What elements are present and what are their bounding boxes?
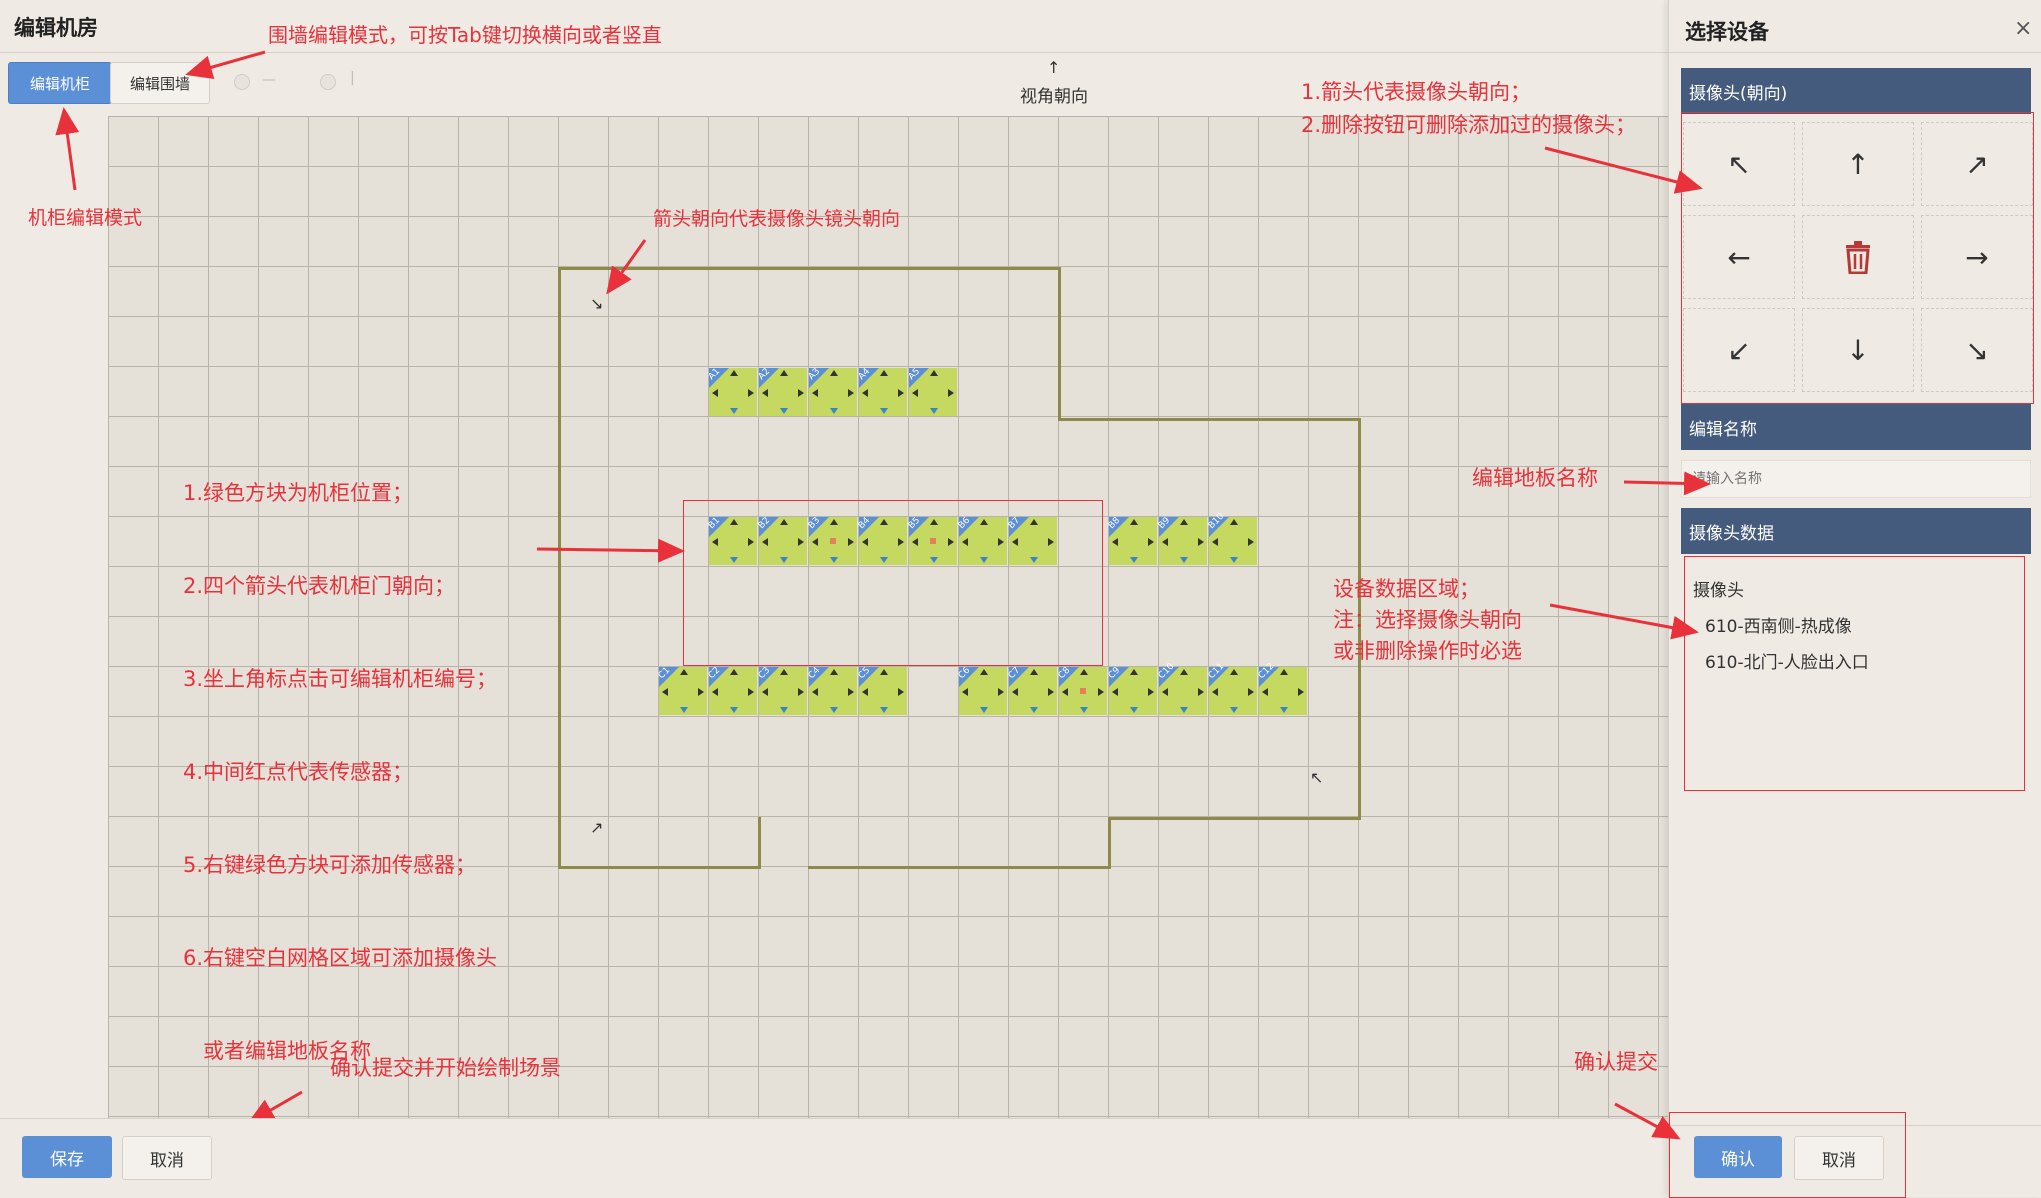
edit-name-header: 编辑名称 xyxy=(1681,404,2031,450)
direction-up-right-button[interactable]: ↗ xyxy=(1921,122,2033,206)
legend-line: 5.右键绿色方块可添加传感器； xyxy=(183,853,477,877)
arrow-up-left-icon: ↖ xyxy=(1727,147,1751,181)
arrow-right-icon: → xyxy=(1965,240,1989,274)
annotation-line: 或非删除操作时必选 xyxy=(1333,639,1522,663)
arrow-down-icon: ↓ xyxy=(1846,333,1870,367)
floor-name-input[interactable] xyxy=(1681,460,2031,498)
direction-up-button[interactable]: ↑ xyxy=(1802,122,1914,206)
footer-bar: 保存 取消 xyxy=(0,1118,1668,1198)
annotation-box-confirm xyxy=(1669,1112,1906,1198)
annotation-arrows-panel xyxy=(1544,146,1711,640)
arrow-up-right-icon: ↗ xyxy=(1965,147,1989,181)
arrow-to-camera xyxy=(606,239,647,295)
direction-down-right-button[interactable]: ↘ xyxy=(1921,308,2033,392)
annotation-wall-mode: 围墙编辑模式，可按Tab键切换横向或者竖直 xyxy=(268,23,662,47)
annotation-cabinet-mode: 机柜编辑模式 xyxy=(28,207,143,229)
save-button[interactable]: 保存 xyxy=(22,1136,112,1178)
legend-line: 6.右键空白网格区域可添加摄像头 xyxy=(183,946,498,970)
legend-line: 2.四个箭头代表机柜门朝向； xyxy=(183,574,456,598)
arrow-to-direction-grid xyxy=(1544,146,1703,194)
device-panel: 选择设备 × 摄像头(朝向) 编辑名称 摄像头数据 摄像头 610-西南侧-热成… xyxy=(1668,0,2041,1198)
divider xyxy=(1669,52,2041,53)
annotation-device-data: 设备数据区域； 注：选择摄像头朝向 或非删除操作时必选 xyxy=(1333,574,1522,667)
close-icon[interactable]: × xyxy=(2014,16,2032,41)
camera-direction-header: 摄像头(朝向) xyxy=(1681,68,2031,114)
arrow-down-left-icon: ↙ xyxy=(1727,333,1751,367)
direction-down-button[interactable]: ↓ xyxy=(1802,308,1914,392)
camera-data-header: 摄像头数据 xyxy=(1681,508,2031,554)
arrow-left-icon: ← xyxy=(1727,240,1751,274)
direction-right-button[interactable]: → xyxy=(1921,215,2033,299)
legend-line: 1.绿色方块为机柜位置； xyxy=(183,481,414,505)
cancel-button[interactable]: 取消 xyxy=(122,1136,212,1180)
arrow-to-confirm xyxy=(1614,1102,1681,1140)
legend-line: 4.中间红点代表传感器； xyxy=(183,760,414,784)
annotation-box-device-data xyxy=(1684,556,2025,791)
arrow-to-cabinets xyxy=(536,538,685,563)
annotation-camera-direction: 箭头朝向代表摄像头镜头朝向 xyxy=(653,208,901,230)
annotation-line: 注：选择摄像头朝向 xyxy=(1333,608,1522,632)
legend-line: 3.坐上角标点击可编辑机柜编号； xyxy=(183,667,498,691)
annotation-confirm-draw: 确认提交并开始绘制场景 xyxy=(330,1056,561,1080)
delete-camera-button[interactable] xyxy=(1802,215,1914,299)
arrow-to-edit-wall xyxy=(185,50,266,79)
arrow-to-name-input xyxy=(1623,471,1711,496)
arrow-to-device-data xyxy=(1549,603,1699,640)
arrow-down-right-icon: ↘ xyxy=(1965,333,1989,367)
annotation-legend: 1.绿色方块为机柜位置； 2.四个箭头代表机柜门朝向； 3.坐上角标点击可编辑机… xyxy=(183,416,497,1098)
arrow-up-icon: ↑ xyxy=(1846,147,1870,181)
annotation-line: 设备数据区域； xyxy=(1333,577,1480,601)
arrow-to-edit-cabinet xyxy=(55,107,80,191)
trash-icon xyxy=(1846,241,1870,274)
